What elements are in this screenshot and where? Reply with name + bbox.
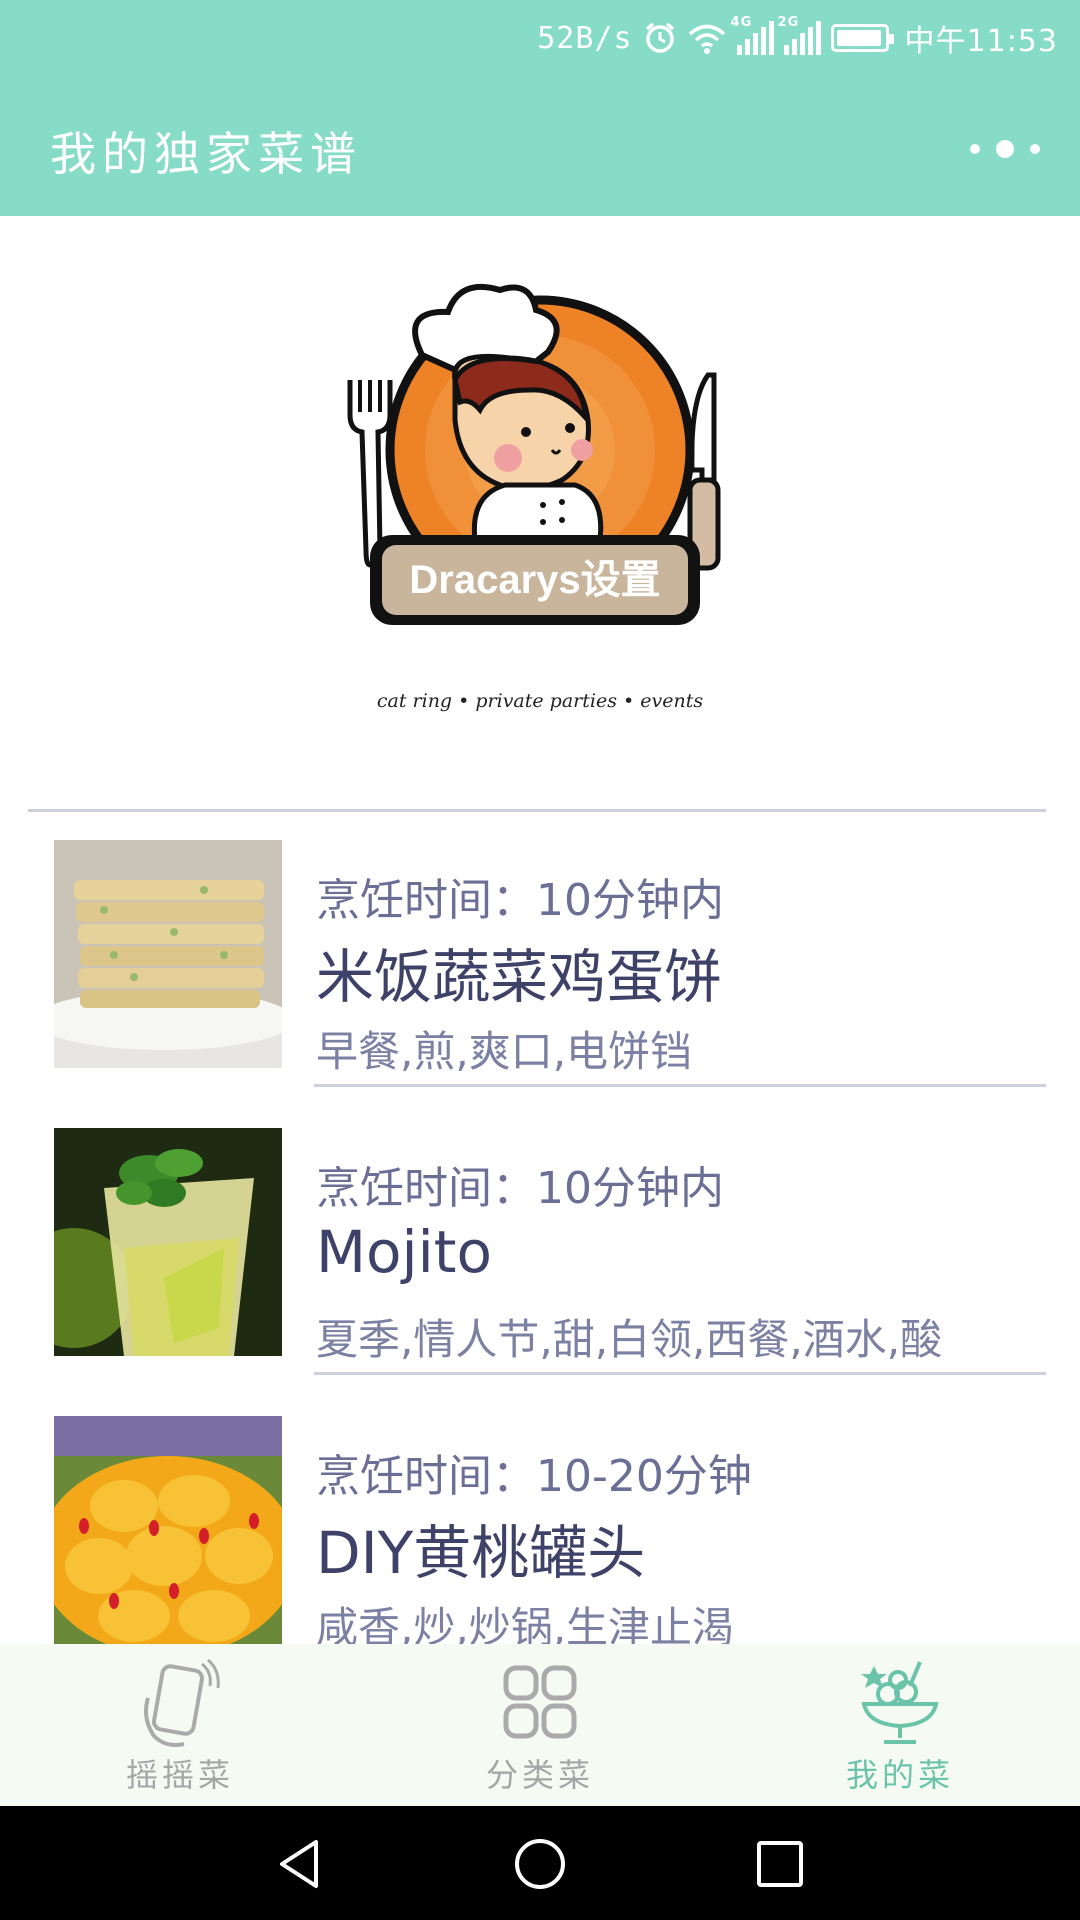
recipe-tags: 咸香,炒,炒锅,生津止渴 xyxy=(316,1603,735,1644)
status-icons: 52B/s 4G 2G 中午11:53 xyxy=(537,14,1058,62)
shake-phone-icon xyxy=(144,1658,220,1747)
chef-logo-image: Dracarys设置 xyxy=(347,283,721,625)
status-bar: 52B/s 4G 2G 中午11:53 xyxy=(0,0,1080,76)
knife-icon xyxy=(687,372,721,571)
chef-logo[interactable]: Dracarys设置 cat ring • private parties • … xyxy=(330,280,750,720)
alarm-icon xyxy=(645,22,674,53)
signal-2g-icon: 2G xyxy=(778,15,821,55)
dot-icon xyxy=(970,144,980,154)
divider xyxy=(314,1372,1046,1375)
dot-icon xyxy=(1030,144,1040,154)
tab-mine[interactable]: 我的菜 xyxy=(720,1644,1080,1806)
more-options-button[interactable] xyxy=(970,132,1040,166)
logo-badge-text: Dracarys设置 xyxy=(409,558,660,602)
tab-label: 摇摇菜 xyxy=(125,1756,234,1794)
battery-icon xyxy=(830,24,894,52)
recipe-item[interactable]: 烹饪时间：10分钟内 Mojito 夏季,情人节,甜,白领,西餐,酒水,酸 xyxy=(0,1100,1080,1388)
network-speed: 52B/s xyxy=(537,20,633,56)
system-navigation-bar xyxy=(0,1806,1080,1920)
recipe-name: Mojito xyxy=(316,1218,492,1286)
recipe-cook-time: 烹饪时间：10-20分钟 xyxy=(316,1451,752,1502)
recipe-tags: 早餐,煎,爽口,电饼铛 xyxy=(316,1027,693,1076)
signal-4g-icon: 4G xyxy=(731,15,774,55)
top-bar: 52B/s 4G 2G 中午11:53 我的独家菜谱 xyxy=(0,0,1080,216)
home-icon[interactable] xyxy=(510,1834,570,1894)
tab-label: 分类菜 xyxy=(485,1756,594,1794)
recipe-image-mojito xyxy=(54,1128,282,1356)
app-title: 我的独家菜谱 xyxy=(50,127,362,181)
recents-icon[interactable] xyxy=(750,1834,810,1894)
tab-category[interactable]: 分类菜 xyxy=(360,1644,720,1806)
recipe-name: 米饭蔬菜鸡蛋饼 xyxy=(316,943,723,1011)
recipe-name: DIY黄桃罐头 xyxy=(316,1519,646,1587)
dot-icon xyxy=(996,140,1014,158)
tab-label: 我的菜 xyxy=(845,1756,954,1794)
divider xyxy=(314,1084,1046,1087)
recipe-cook-time: 烹饪时间：10分钟内 xyxy=(316,875,724,926)
recipe-cook-time: 烹饪时间：10分钟内 xyxy=(316,1163,724,1214)
dessert-cup-icon xyxy=(861,1661,939,1744)
tab-shake[interactable]: 摇摇菜 xyxy=(0,1644,360,1806)
recipe-tags: 夏季,情人节,甜,白领,西餐,酒水,酸 xyxy=(316,1315,943,1364)
wifi-icon xyxy=(688,24,725,54)
recipe-item[interactable]: 烹饪时间：10分钟内 米饭蔬菜鸡蛋饼 早餐,煎,爽口,电饼铛 xyxy=(0,812,1080,1100)
recipe-item[interactable]: 烹饪时间：10-20分钟 DIY黄桃罐头 咸香,炒,炒锅,生津止渴 xyxy=(0,1388,1080,1644)
recipe-list[interactable]: 烹饪时间：10分钟内 米饭蔬菜鸡蛋饼 早餐,煎,爽口,电饼铛 烹饪时间：10分钟… xyxy=(0,812,1080,1644)
clock: 中午11:53 xyxy=(904,24,1058,59)
grid-icon xyxy=(503,1665,577,1739)
back-icon[interactable] xyxy=(270,1834,330,1894)
recipe-image-peach xyxy=(54,1416,282,1644)
app-bar: 我的独家菜谱 xyxy=(0,76,1080,216)
recipe-image-pancake xyxy=(54,840,282,1068)
bottom-navigation: 摇摇菜 分类菜 我的菜 xyxy=(0,1644,1080,1806)
logo-tagline: cat ring • private parties • events xyxy=(376,690,704,712)
